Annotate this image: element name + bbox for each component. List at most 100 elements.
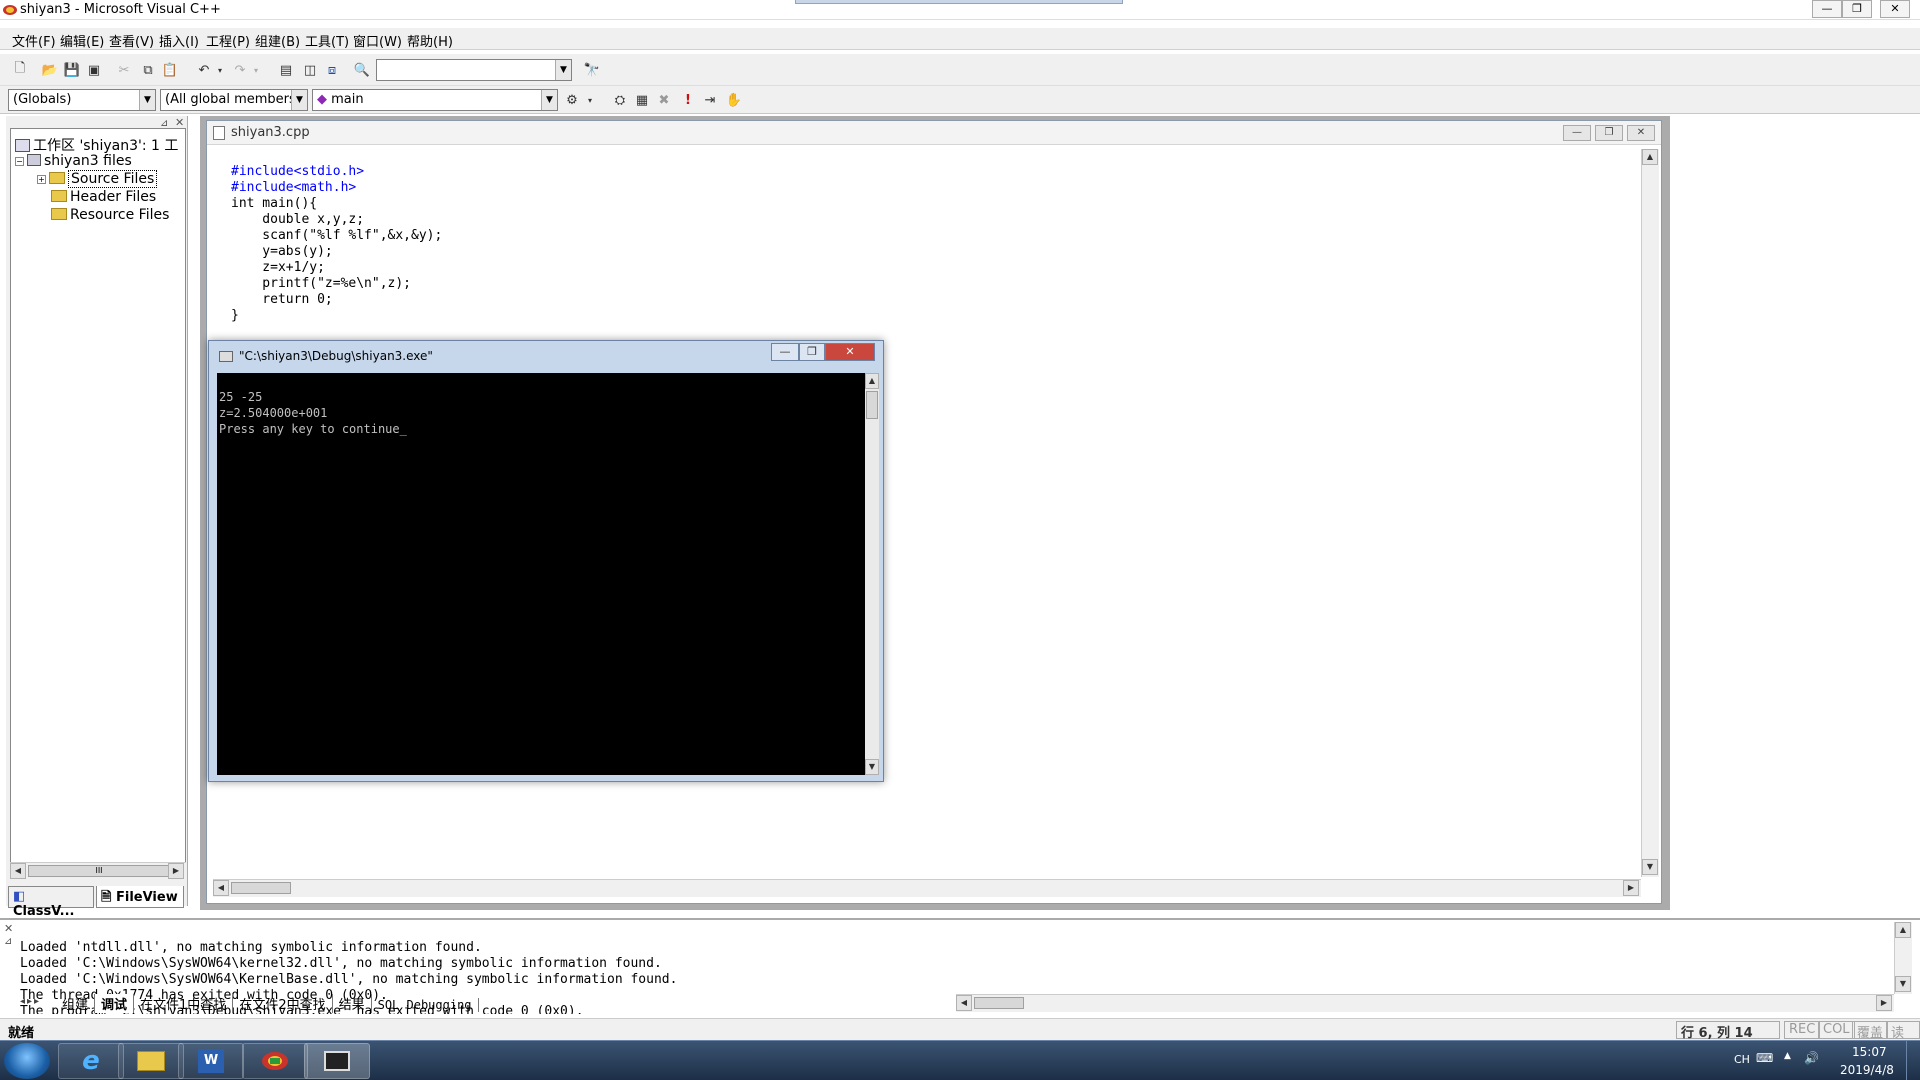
find-icon[interactable]: 🔭 (582, 60, 602, 80)
start-button[interactable] (4, 1043, 50, 1079)
class-combo[interactable]: (Globals) ▼ (8, 89, 156, 111)
scroll-thumb[interactable] (866, 391, 878, 419)
paste-icon[interactable]: 📋 (160, 60, 180, 80)
output-hscrollbar[interactable]: ◀ ▶ (956, 994, 1894, 1012)
tree-workspace-root[interactable]: 工作区 'shiyan3': 1 工 (15, 135, 178, 155)
menu-build[interactable]: 组建(B) (255, 31, 300, 50)
menu-project[interactable]: 工程(P) (206, 31, 250, 50)
tab-results[interactable]: 结果 (333, 994, 372, 1013)
console-window[interactable]: "C:\shiyan3\Debug\shiyan3.exe" — ❐ ✕ 25 … (208, 340, 884, 782)
editor-hscrollbar[interactable]: ◀ ▶ (213, 879, 1641, 897)
execute-icon[interactable]: ! (678, 90, 698, 110)
tree-hscrollbar[interactable]: ◀ III ▶ (10, 862, 186, 880)
tab-sql-debugging[interactable]: SQL Debugging (372, 998, 479, 1012)
keyboard-icon[interactable]: ⌨ (1756, 1051, 1773, 1065)
clock-time[interactable]: 15:07 (1852, 1045, 1887, 1059)
minimize-button[interactable]: — (1812, 0, 1842, 18)
expand-icon[interactable]: + (37, 175, 46, 184)
menu-window[interactable]: 窗口(W) (353, 31, 402, 50)
taskbar-ie[interactable]: e (58, 1043, 124, 1079)
console-title-bar[interactable]: "C:\shiyan3\Debug\shiyan3.exe" — ❐ ✕ (209, 341, 883, 371)
filter-combo-dropdown-icon[interactable]: ▼ (291, 90, 307, 110)
go-icon[interactable]: ⇥ (700, 90, 720, 110)
tree-folder-source[interactable]: + Source Files (37, 170, 158, 188)
tree-folder-header[interactable]: Header Files (51, 189, 156, 205)
menu-help[interactable]: 帮助(H) (407, 31, 453, 50)
scroll-down-icon[interactable]: ▼ (1642, 859, 1658, 875)
editor-restore-button[interactable]: ❐ (1595, 125, 1623, 141)
scroll-thumb[interactable] (231, 882, 291, 894)
scroll-up-icon[interactable]: ▲ (1895, 922, 1911, 938)
console-minimize-button[interactable]: — (771, 343, 799, 361)
find-combo[interactable]: ▼ (376, 59, 572, 81)
tab-debug[interactable]: 调试 (95, 994, 135, 1013)
wizard-action-icon[interactable]: ⚙ (562, 90, 582, 110)
stop-build-icon[interactable]: ✖ (654, 90, 674, 110)
build-icon[interactable]: ▦ (632, 90, 652, 110)
find-combo-dropdown-icon[interactable]: ▼ (555, 60, 571, 80)
output-window-icon[interactable]: ◫ (300, 60, 320, 80)
class-combo-dropdown-icon[interactable]: ▼ (139, 90, 155, 110)
open-folder-icon[interactable]: 📂 (40, 60, 60, 80)
output-dock-icon[interactable]: ⊿ (4, 936, 12, 947)
taskbar-visual-cpp[interactable] (242, 1043, 308, 1079)
scroll-up-icon[interactable]: ▲ (865, 373, 879, 389)
scroll-right-icon[interactable]: ▶ (168, 863, 184, 879)
console-output[interactable]: 25 -25 z=2.504000e+001 Press any key to … (217, 373, 865, 775)
scroll-right-icon[interactable]: ▶ (1876, 995, 1892, 1011)
find-in-files-icon[interactable]: 🔍 (352, 60, 372, 80)
tree-folder-resource[interactable]: Resource Files (51, 207, 169, 223)
wizard-action-dropdown-icon[interactable]: ▾ (580, 90, 600, 110)
filter-combo[interactable]: (All global members ▼ (160, 89, 308, 111)
scroll-left-icon[interactable]: ◀ (10, 863, 26, 879)
console-restore-button[interactable]: ❐ (799, 343, 825, 361)
compile-icon[interactable]: ⛭ (610, 90, 630, 110)
output-close-icon[interactable]: ✕ (4, 922, 13, 935)
window-list-icon[interactable]: ⧈ (322, 60, 342, 80)
close-button[interactable]: ✕ (1880, 0, 1910, 18)
menu-tools[interactable]: 工具(T) (305, 31, 349, 50)
output-tab-nav-icons[interactable]: ◂▸▸ (20, 996, 41, 1007)
console-vscrollbar[interactable]: ▲ ▼ (865, 373, 879, 775)
scroll-left-icon[interactable]: ◀ (213, 880, 229, 896)
tree-project[interactable]: − shiyan3 files (15, 153, 132, 169)
tab-find2[interactable]: 在文件2中查找 (233, 994, 333, 1013)
menu-file[interactable]: 文件(F) (12, 31, 56, 50)
scroll-thumb[interactable] (974, 997, 1024, 1009)
scroll-thumb[interactable]: III (28, 865, 170, 877)
input-language[interactable]: CH (1734, 1053, 1750, 1066)
taskbar-word[interactable]: W (178, 1043, 244, 1079)
menu-insert[interactable]: 插入(I) (159, 31, 199, 50)
copy-icon[interactable]: ⧉ (138, 60, 158, 80)
collapse-icon[interactable]: − (15, 157, 24, 166)
redo-dropdown-icon[interactable]: ▾ (246, 60, 266, 80)
save-all-icon[interactable]: ▣ (84, 60, 104, 80)
tab-classview[interactable]: ◧ ClassV... (8, 886, 94, 919)
breakpoint-hand-icon[interactable]: ✋ (724, 90, 744, 110)
console-close-button[interactable]: ✕ (825, 343, 875, 361)
editor-close-button[interactable]: ✕ (1627, 125, 1655, 141)
menu-view[interactable]: 查看(V) (109, 31, 154, 50)
members-combo-dropdown-icon[interactable]: ▼ (541, 90, 557, 110)
editor-minimize-button[interactable]: — (1563, 125, 1591, 141)
scroll-down-icon[interactable]: ▼ (865, 759, 879, 775)
scroll-down-icon[interactable]: ▼ (1895, 976, 1911, 992)
tab-fileview[interactable]: 🗎 FileView (96, 886, 184, 908)
cut-icon[interactable]: ✂ (114, 60, 134, 80)
scroll-left-icon[interactable]: ◀ (956, 995, 972, 1011)
editor-vscrollbar[interactable]: ▲ ▼ (1641, 149, 1659, 877)
workspace-window-icon[interactable]: ▤ (276, 60, 296, 80)
show-hidden-icons-icon[interactable]: ▲ (1784, 1051, 1791, 1061)
menu-edit[interactable]: 编辑(E) (60, 31, 104, 50)
save-icon[interactable]: 💾 (62, 60, 82, 80)
new-file-icon[interactable]: 🗋 (10, 60, 30, 80)
code-editor[interactable]: #include<stdio.h> #include<math.h> int m… (231, 148, 442, 340)
scroll-up-icon[interactable]: ▲ (1642, 149, 1658, 165)
restore-button[interactable]: ❐ (1842, 0, 1872, 18)
output-vscrollbar[interactable]: ▲ ▼ (1894, 922, 1912, 994)
taskbar-console[interactable] (304, 1043, 370, 1079)
tab-build[interactable]: 组建 (56, 994, 96, 1013)
undo-dropdown-icon[interactable]: ▾ (210, 60, 230, 80)
tab-find1[interactable]: 在文件1中查找 (134, 994, 234, 1013)
scroll-right-icon[interactable]: ▶ (1623, 880, 1639, 896)
